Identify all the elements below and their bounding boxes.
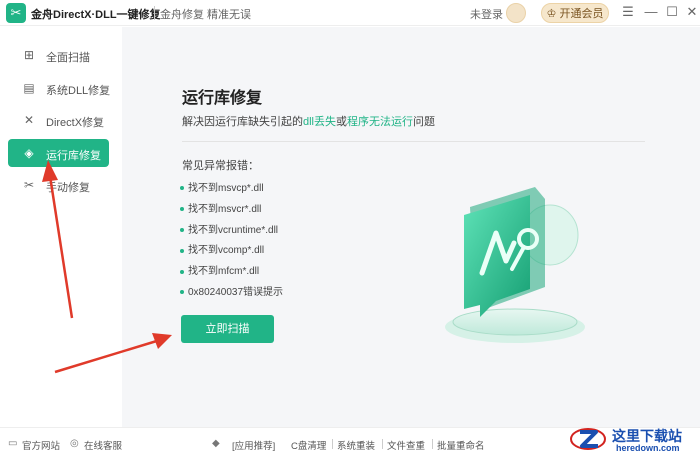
- bullet-icon: [180, 248, 184, 253]
- title-divider: [154, 6, 155, 20]
- bullet-icon: [180, 227, 184, 232]
- footer-divider: [382, 439, 383, 449]
- divider: [182, 141, 645, 142]
- error-list-title: 常见异常报错：: [182, 160, 259, 172]
- error-text: 找不到vcruntime*.dll: [188, 224, 279, 236]
- error-text: 找不到vcomp*.dll: [188, 245, 265, 257]
- list-item: 0x80240037错误提示: [180, 283, 283, 304]
- sidebar-item-system-dll[interactable]: ▤ 系统DLL修复: [8, 74, 111, 102]
- sidebar-item-manual[interactable]: ✂ 手动修复: [8, 171, 109, 199]
- recommend-icon: ◆: [212, 438, 220, 449]
- bullet-icon: [180, 186, 184, 191]
- desc-text: 解决因运行库缺失引起的: [182, 116, 303, 128]
- list-item: 找不到msvcr*.dll: [180, 200, 283, 221]
- error-text: 找不到msvcp*.dll: [188, 183, 264, 194]
- main-panel: 运行库修复 解决因运行库缺失引起的dll丢失或程序无法运行问题 常见异常报错： …: [122, 27, 700, 427]
- footer-divider: [432, 439, 433, 449]
- footer-link-file-dedup[interactable]: 文件查重: [387, 438, 425, 452]
- wrench-icon: ✂: [23, 178, 35, 192]
- menu-icon[interactable]: ☰: [620, 4, 636, 20]
- page-title: 运行库修复: [182, 90, 263, 107]
- vip-button[interactable]: ♔ 开通会员: [541, 3, 609, 23]
- runtime-icon: ◈: [24, 146, 34, 160]
- error-text: 0x80240037错误提示: [188, 286, 284, 298]
- sidebar-item-full-scan[interactable]: ⊞ 全面扫描: [8, 41, 109, 69]
- bullet-icon: [180, 290, 184, 295]
- directx-icon: ✕: [23, 113, 35, 127]
- sidebar-item-label: 手动修复: [46, 182, 90, 194]
- error-list: 找不到msvcp*.dll 找不到msvcr*.dll 找不到vcruntime…: [180, 179, 283, 304]
- sidebar: ⊞ 全面扫描 ▤ 系统DLL修复 ✕ DirectX修复 ◈ 运行库修复 ✂ 手…: [0, 27, 122, 427]
- runtime-illustration-icon: [445, 187, 585, 343]
- footer-divider: [332, 439, 333, 449]
- desc-highlight-dll: dll丢失: [303, 116, 337, 128]
- runtime-repair-card: 运行库修复 解决因运行库缺失引起的dll丢失或程序无法运行问题 常见异常报错： …: [122, 27, 700, 427]
- app-slogan: 金舟修复 精准无误: [160, 9, 252, 21]
- bullet-icon: [180, 207, 184, 212]
- vip-button-label: 开通会员: [559, 8, 604, 20]
- error-text: 找不到msvcr*.dll: [188, 203, 262, 215]
- sidebar-item-label: DirectX修复: [46, 117, 105, 129]
- watermark-logo-icon: [570, 428, 606, 450]
- watermark-url: heredown.com: [616, 443, 680, 453]
- list-item: 找不到vcruntime*.dll: [180, 221, 283, 242]
- official-website-link[interactable]: 官方网站: [22, 438, 60, 452]
- login-status[interactable]: 未登录: [470, 6, 503, 22]
- page-description: 解决因运行库缺失引起的dll丢失或程序无法运行问题: [182, 113, 435, 129]
- list-item: 找不到vcomp*.dll: [180, 241, 283, 262]
- avatar[interactable]: [506, 3, 526, 23]
- online-support-link[interactable]: 在线客服: [84, 438, 122, 452]
- sidebar-item-label: 系统DLL修复: [46, 85, 111, 97]
- list-item: 找不到mfcm*.dll: [180, 262, 283, 283]
- desc-text: 或: [336, 116, 348, 128]
- support-icon: ◎: [70, 438, 79, 449]
- app-recommend-label: [应用推荐]: [232, 441, 276, 452]
- footer-link-c-drive-clean[interactable]: C盘清理: [291, 438, 326, 452]
- footer-link-system-reinstall[interactable]: 系统重装: [337, 438, 375, 452]
- sidebar-item-label: 运行库修复: [46, 150, 101, 162]
- close-icon[interactable]: ✕: [684, 4, 700, 20]
- crown-icon: ♔: [546, 8, 560, 20]
- sidebar-item-runtime[interactable]: ◈ 运行库修复: [8, 139, 109, 167]
- scan-icon: ⊞: [23, 48, 35, 62]
- app-logo-icon: ✂: [6, 3, 26, 23]
- maximize-icon[interactable]: ☐: [664, 4, 680, 20]
- dll-icon: ▤: [23, 81, 35, 95]
- sidebar-item-directx[interactable]: ✕ DirectX修复: [8, 106, 109, 134]
- bullet-icon: [180, 269, 184, 274]
- desc-text: 问题: [413, 116, 436, 128]
- minimize-icon[interactable]: —: [643, 4, 659, 20]
- title-bar: ✂ 金舟DirectX·DLL一键修复 金舟修复 精准无误 未登录 ♔ 开通会员…: [0, 0, 700, 26]
- website-icon: ▭: [8, 438, 18, 449]
- scan-now-button[interactable]: 立即扫描: [181, 315, 274, 343]
- list-item: 找不到msvcp*.dll: [180, 179, 283, 200]
- footer-link-batch-rename[interactable]: 批量重命名: [437, 438, 485, 452]
- desc-highlight-program: 程序无法运行: [347, 116, 414, 128]
- app-title: 金舟DirectX·DLL一键修复: [31, 9, 161, 21]
- sidebar-item-label: 全面扫描: [46, 52, 90, 64]
- error-text: 找不到mfcm*.dll: [188, 266, 260, 278]
